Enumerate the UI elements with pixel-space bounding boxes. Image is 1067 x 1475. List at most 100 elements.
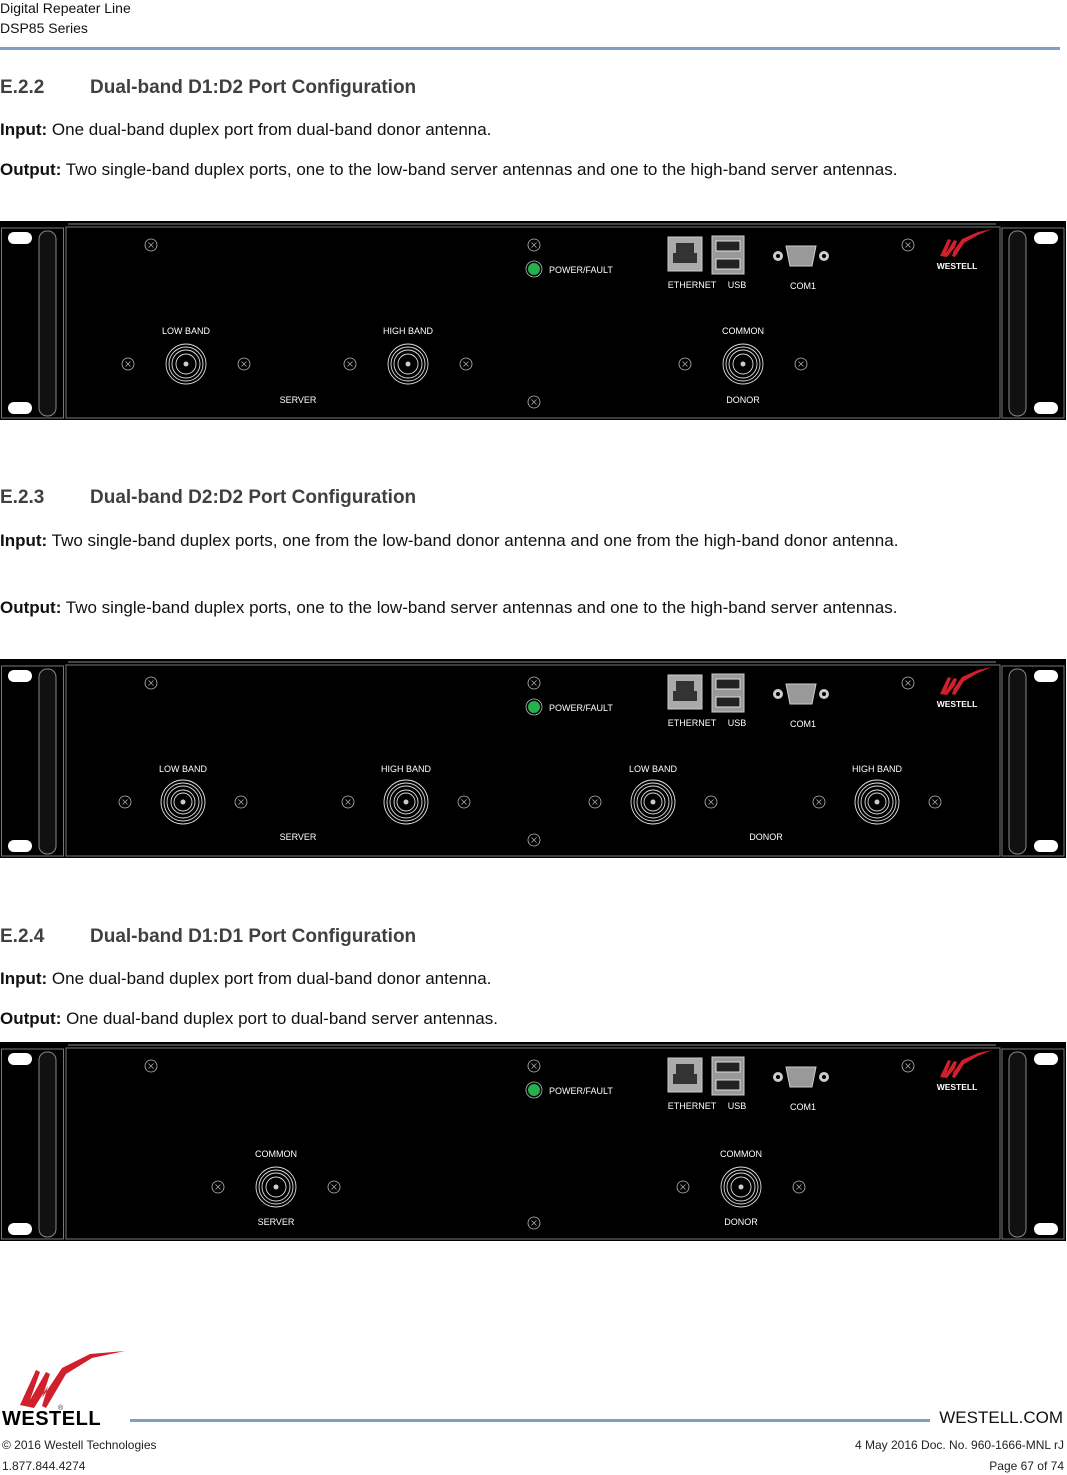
ethernet-label: ETHERNET [668, 280, 717, 290]
output-description: Output: Two single-band duplex ports, on… [0, 157, 1064, 182]
usb-port-icon [711, 235, 745, 275]
output-label: Output: [0, 1009, 62, 1028]
input-description: Input: One dual-band duplex port from du… [0, 117, 1064, 142]
rack-panel-svg: POWER/FAULT ETHERNET USB COM1 WESTELL LOW BAN… [0, 659, 1066, 858]
output-text: Two single-band duplex ports, one to the… [61, 160, 898, 179]
connector-label: COMMON [255, 1149, 297, 1159]
output-description: Output: Two single-band duplex ports, on… [0, 595, 1064, 620]
mount-slot-icon [8, 232, 32, 244]
header-product-line: Digital Repeater Line [0, 0, 131, 16]
left-handle [38, 1051, 57, 1238]
mount-slot-icon [1034, 670, 1058, 682]
connector-label: LOW BAND [629, 764, 678, 774]
section-heading: E.2.2 Dual-band D1:D2 Port Configuration [0, 77, 416, 99]
connector-label: HIGH BAND [381, 764, 432, 774]
input-text: One dual-band duplex port from dual-band… [47, 120, 492, 139]
footer-logo: ® WESTELL [0, 1350, 130, 1430]
connector-label: LOW BAND [159, 764, 208, 774]
input-text: Two single-band duplex ports, one from t… [47, 531, 899, 550]
footer-brand: WESTELL [2, 1408, 102, 1430]
server-label: SERVER [280, 832, 317, 842]
donor-label: DONOR [724, 1217, 758, 1227]
rf-connector-icon [720, 1166, 762, 1208]
com1-label: COM1 [790, 281, 816, 291]
rf-connector-icon [722, 343, 764, 385]
rack-panel-svg: POWER/FAULT ETHERNET USB COM1 WESTELL LOW BAN… [0, 221, 1066, 420]
mount-slot-icon [1034, 1053, 1058, 1065]
connector-label: COMMON [720, 1149, 762, 1159]
donor-label: DONOR [749, 832, 783, 842]
section-number: E.2.4 [0, 926, 45, 947]
section-title: Dual-band D1:D2 Port Configuration [90, 77, 417, 98]
connector-label: LOW BAND [162, 326, 211, 336]
rack-panel-svg: POWER/FAULT ETHERNET USB COM1 WESTELL COMMON C… [0, 1042, 1066, 1241]
usb-label: USB [728, 280, 747, 290]
right-handle [1008, 1051, 1027, 1238]
output-description: Output: One dual-band duplex port to dua… [0, 1006, 1064, 1031]
section-number: E.2.2 [0, 77, 45, 98]
power-fault-label: POWER/FAULT [549, 703, 613, 713]
rf-connector-icon [255, 1166, 297, 1208]
header-divider [0, 47, 1060, 50]
westell-brand-text: WESTELL [937, 1082, 978, 1092]
connector-label: COMMON [722, 326, 764, 336]
power-fault-label: POWER/FAULT [549, 265, 613, 275]
section-heading: E.2.3 Dual-band D2:D2 Port Configuration [0, 487, 416, 509]
server-label: SERVER [258, 1217, 295, 1227]
westell-brand-text: WESTELL [937, 699, 978, 709]
input-description: Input: Two single-band duplex ports, one… [0, 528, 1064, 553]
output-label: Output: [0, 598, 62, 617]
section-title: Dual-band D2:D2 Port Configuration [90, 487, 417, 508]
mount-slot-icon [8, 840, 32, 852]
connector-label: HIGH BAND [852, 764, 903, 774]
mount-slot-icon [1034, 840, 1058, 852]
front-panel-diagram: POWER/FAULT ETHERNET USB COM1 WESTELL COMMON C… [0, 1042, 1066, 1241]
mount-slot-icon [1034, 1223, 1058, 1235]
input-label: Input: [0, 969, 48, 988]
mount-slot-icon [1034, 232, 1058, 244]
input-text: One dual-band duplex port from dual-band… [47, 969, 492, 988]
input-label: Input: [0, 120, 48, 139]
mount-slot-icon [8, 402, 32, 414]
left-handle [38, 230, 57, 417]
mount-slot-icon [8, 670, 32, 682]
rf-connector-icon [387, 343, 429, 385]
rf-connector-icon [165, 343, 207, 385]
usb-label: USB [728, 718, 747, 728]
ethernet-label: ETHERNET [668, 718, 717, 728]
footer-page-number: Page 67 of 74 [989, 1459, 1064, 1473]
mount-slot-icon [8, 1223, 32, 1235]
output-label: Output: [0, 160, 62, 179]
footer-phone: 1.877.844.4274 [2, 1459, 86, 1473]
com1-label: COM1 [790, 1102, 816, 1112]
usb-port-icon [711, 1056, 745, 1096]
section-number: E.2.3 [0, 487, 45, 508]
footer-doc-info: 4 May 2016 Doc. No. 960-1666-MNL rJ [855, 1438, 1064, 1452]
power-fault-led-icon [525, 260, 543, 278]
right-handle [1008, 668, 1027, 855]
usb-label: USB [728, 1101, 747, 1111]
westell-brand-text: WESTELL [937, 261, 978, 271]
ethernet-port-icon [667, 1057, 703, 1093]
right-handle [1008, 230, 1027, 417]
com1-label: COM1 [790, 719, 816, 729]
left-handle [38, 668, 57, 855]
connector-label: HIGH BAND [383, 326, 434, 336]
input-label: Input: [0, 531, 48, 550]
footer-copyright: © 2016 Westell Technologies [2, 1438, 157, 1452]
footer-divider [130, 1419, 930, 1422]
mount-slot-icon [8, 1053, 32, 1065]
section-title: Dual-band D1:D1 Port Configuration [90, 926, 417, 947]
ethernet-port-icon [667, 674, 703, 710]
output-text: One dual-band duplex port to dual-band s… [61, 1009, 498, 1028]
footer-website-link[interactable]: WESTELL.COM [939, 1408, 1063, 1428]
ethernet-port-icon [667, 236, 703, 272]
header-series: DSP85 Series [0, 20, 88, 36]
usb-port-icon [711, 673, 745, 713]
front-panel-diagram: POWER/FAULT ETHERNET USB COM1 WESTELL LOW BAN… [0, 221, 1066, 420]
server-label: SERVER [280, 395, 317, 405]
donor-label: DONOR [726, 395, 760, 405]
section-heading: E.2.4 Dual-band D1:D1 Port Configuration [0, 926, 416, 948]
front-panel-diagram: POWER/FAULT ETHERNET USB COM1 WESTELL LOW BAN… [0, 659, 1066, 858]
ethernet-label: ETHERNET [668, 1101, 717, 1111]
